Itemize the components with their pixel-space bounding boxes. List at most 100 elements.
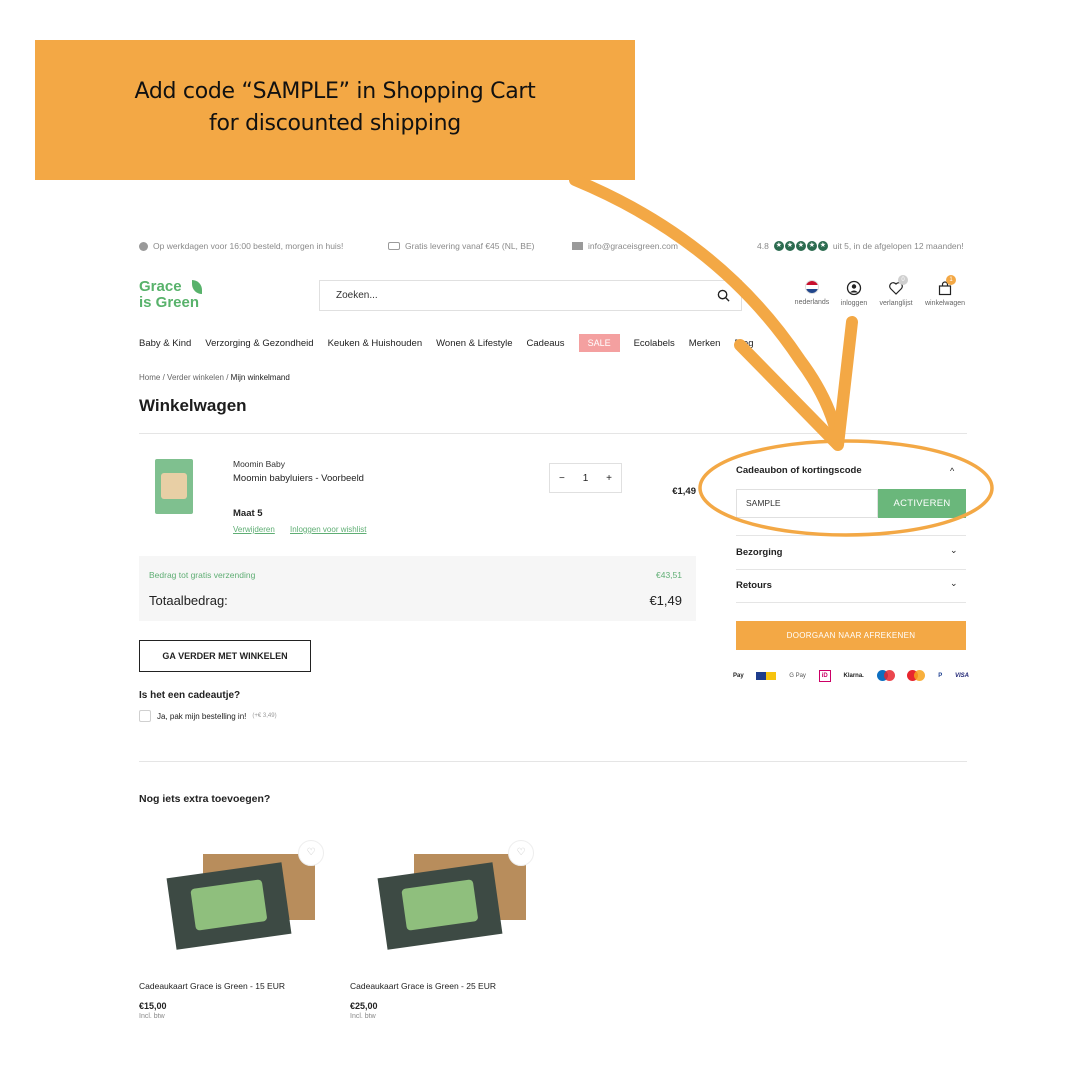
search-icon[interactable] (717, 289, 730, 302)
star-icon: ★ (784, 241, 795, 251)
ideal-icon: iD (818, 670, 831, 682)
totals-panel: Bedrag tot gratis verzending €43,51 Tota… (139, 556, 696, 621)
rating-info[interactable]: 4.8 ★ ★ ★ ★ ★ uit 5, in de afgelopen 12 … (757, 241, 964, 251)
shipping-info: Gratis levering vanaf €45 (NL, BE) (388, 241, 534, 251)
wishlist-link[interactable]: 0 verlanglijst (877, 275, 915, 307)
divider (736, 602, 966, 603)
product-card-price: €15,00 (139, 1001, 167, 1011)
free-shipping-label: Bedrag tot gratis verzending (149, 570, 256, 580)
divider (139, 433, 967, 434)
visa-icon: VISA (954, 673, 969, 679)
delivery-section-header[interactable]: Bezorging (736, 547, 782, 558)
product-card-price: €25,00 (350, 1001, 378, 1011)
email-info[interactable]: info@graceisgreen.com (572, 241, 678, 251)
product-name[interactable]: Moomin babyluiers - Voorbeeld (233, 473, 364, 484)
promo-banner-text: Add code “SAMPLE” in Shopping Cart for d… (35, 76, 635, 140)
gift-wrap-checkbox[interactable] (139, 710, 151, 722)
product-size: Maat 5 (233, 508, 263, 519)
chevron-down-icon[interactable]: ⌄ (950, 545, 958, 556)
divider (736, 535, 966, 536)
login-for-wishlist-link[interactable]: Inloggen voor wishlist (290, 525, 366, 534)
cart-link[interactable]: 1 winkelwagen (922, 275, 968, 307)
language-selector[interactable]: nederlands (792, 280, 832, 306)
gift-option-price: (+€ 3,49) (252, 713, 277, 719)
product-brand: Moomin Baby (233, 459, 285, 469)
nav-item-blog[interactable]: Blog (734, 338, 753, 349)
apple-pay-icon: Pay (733, 673, 744, 679)
quantity-increase-button[interactable]: + (606, 473, 612, 484)
annotation-arrow-head (734, 316, 858, 451)
upsell-title: Nog iets extra toevoegen? (139, 793, 271, 805)
promo-line-2: for discounted shipping (209, 111, 461, 136)
star-icon: ★ (817, 241, 828, 251)
nav-item-cadeaus[interactable]: Cadeaus (527, 338, 565, 349)
star-icon: ★ (806, 241, 817, 251)
search-input[interactable]: Zoeken... (319, 280, 742, 311)
top-info-bar: Op werkdagen voor 16:00 besteld, morgen … (139, 241, 967, 255)
user-icon (846, 280, 862, 296)
product-card-name[interactable]: Cadeaukaart Grace is Green - 15 EUR (139, 981, 285, 991)
product-card-name[interactable]: Cadeaukaart Grace is Green - 25 EUR (350, 981, 496, 991)
main-nav: Baby & Kind Verzorging & Gezondheid Keuk… (139, 334, 753, 352)
breadcrumb: Home / Verder winkelen / Mijn winkelmand (139, 373, 290, 382)
product-card-vat: Incl. btw (350, 1013, 376, 1020)
wishlist-heart-icon[interactable]: ♡ (298, 840, 324, 866)
site-logo[interactable]: Grace is Green (139, 279, 202, 311)
mail-icon (572, 242, 583, 250)
total-label: Totaalbedrag: (149, 593, 228, 608)
star-icon: ★ (773, 241, 784, 251)
activate-coupon-button[interactable]: ACTIVEREN (878, 489, 966, 518)
breadcrumb-verder-winkelen[interactable]: Verder winkelen (167, 373, 224, 382)
quantity-stepper: − 1 + (549, 463, 622, 493)
google-pay-icon: G Pay (789, 673, 806, 679)
wishlist-count-badge: 0 (898, 275, 908, 285)
gift-option[interactable]: Ja, pak mijn bestelling in! (+€ 3,49) (139, 710, 277, 722)
maestro-icon (876, 670, 895, 682)
coupon-code-input[interactable]: SAMPLE (736, 489, 878, 518)
gift-question: Is het een cadeautje? (139, 690, 241, 701)
delivery-info: Op werkdagen voor 16:00 besteld, morgen … (139, 241, 343, 251)
quantity-value[interactable]: 1 (583, 473, 589, 484)
nav-item-verzorging[interactable]: Verzorging & Gezondheid (205, 338, 313, 349)
nav-item-keuken[interactable]: Keuken & Huishouden (328, 338, 423, 349)
mastercard-icon (907, 670, 926, 682)
gift-option-label: Ja, pak mijn bestelling in! (157, 711, 247, 721)
clock-icon (139, 241, 148, 251)
breadcrumb-home[interactable]: Home (139, 373, 160, 382)
checkout-button[interactable]: DOORGAAN NAAR AFREKENEN (736, 621, 966, 650)
paypal-icon: P (938, 673, 943, 679)
returns-section-header[interactable]: Retours (736, 580, 772, 591)
product-image[interactable] (155, 459, 193, 514)
chevron-up-icon[interactable]: ^ (950, 466, 954, 476)
free-shipping-value: €43,51 (656, 570, 682, 580)
annotation-highlight-ellipse (698, 439, 994, 537)
bancontact-icon (756, 670, 777, 682)
nav-item-ecolabels[interactable]: Ecolabels (634, 338, 675, 349)
page-title: Winkelwagen (139, 396, 247, 415)
truck-icon (388, 242, 400, 250)
product-card-vat: Incl. btw (139, 1013, 165, 1020)
nav-item-baby-kind[interactable]: Baby & Kind (139, 338, 191, 349)
netherlands-flag-icon (805, 280, 819, 294)
divider (736, 569, 966, 570)
rating-stars: ★ ★ ★ ★ ★ (773, 241, 828, 251)
klarna-icon: Klarna. (843, 673, 864, 679)
payment-methods: Pay G Pay iD Klarna. P VISA (733, 669, 969, 683)
wishlist-heart-icon[interactable]: ♡ (508, 840, 534, 866)
star-icon: ★ (795, 241, 806, 251)
remove-link[interactable]: Verwijderen (233, 525, 275, 534)
continue-shopping-button[interactable]: GA VERDER MET WINKELEN (139, 640, 311, 672)
chevron-down-icon[interactable]: ⌄ (950, 578, 958, 589)
total-value: €1,49 (649, 593, 682, 608)
breadcrumb-current: Mijn winkelmand (230, 373, 290, 382)
cart-count-badge: 1 (946, 275, 956, 285)
login-link[interactable]: inloggen (838, 280, 870, 307)
promo-line-1: Add code “SAMPLE” in Shopping Cart (134, 79, 536, 104)
nav-item-merken[interactable]: Merken (689, 338, 721, 349)
nav-item-sale[interactable]: SALE (578, 334, 620, 352)
product-price: €1,49 (672, 486, 696, 497)
divider (139, 761, 967, 762)
quantity-decrease-button[interactable]: − (559, 473, 565, 484)
nav-item-wonen[interactable]: Wonen & Lifestyle (436, 338, 512, 349)
coupon-section-header[interactable]: Cadeaubon of kortingscode (736, 465, 862, 476)
